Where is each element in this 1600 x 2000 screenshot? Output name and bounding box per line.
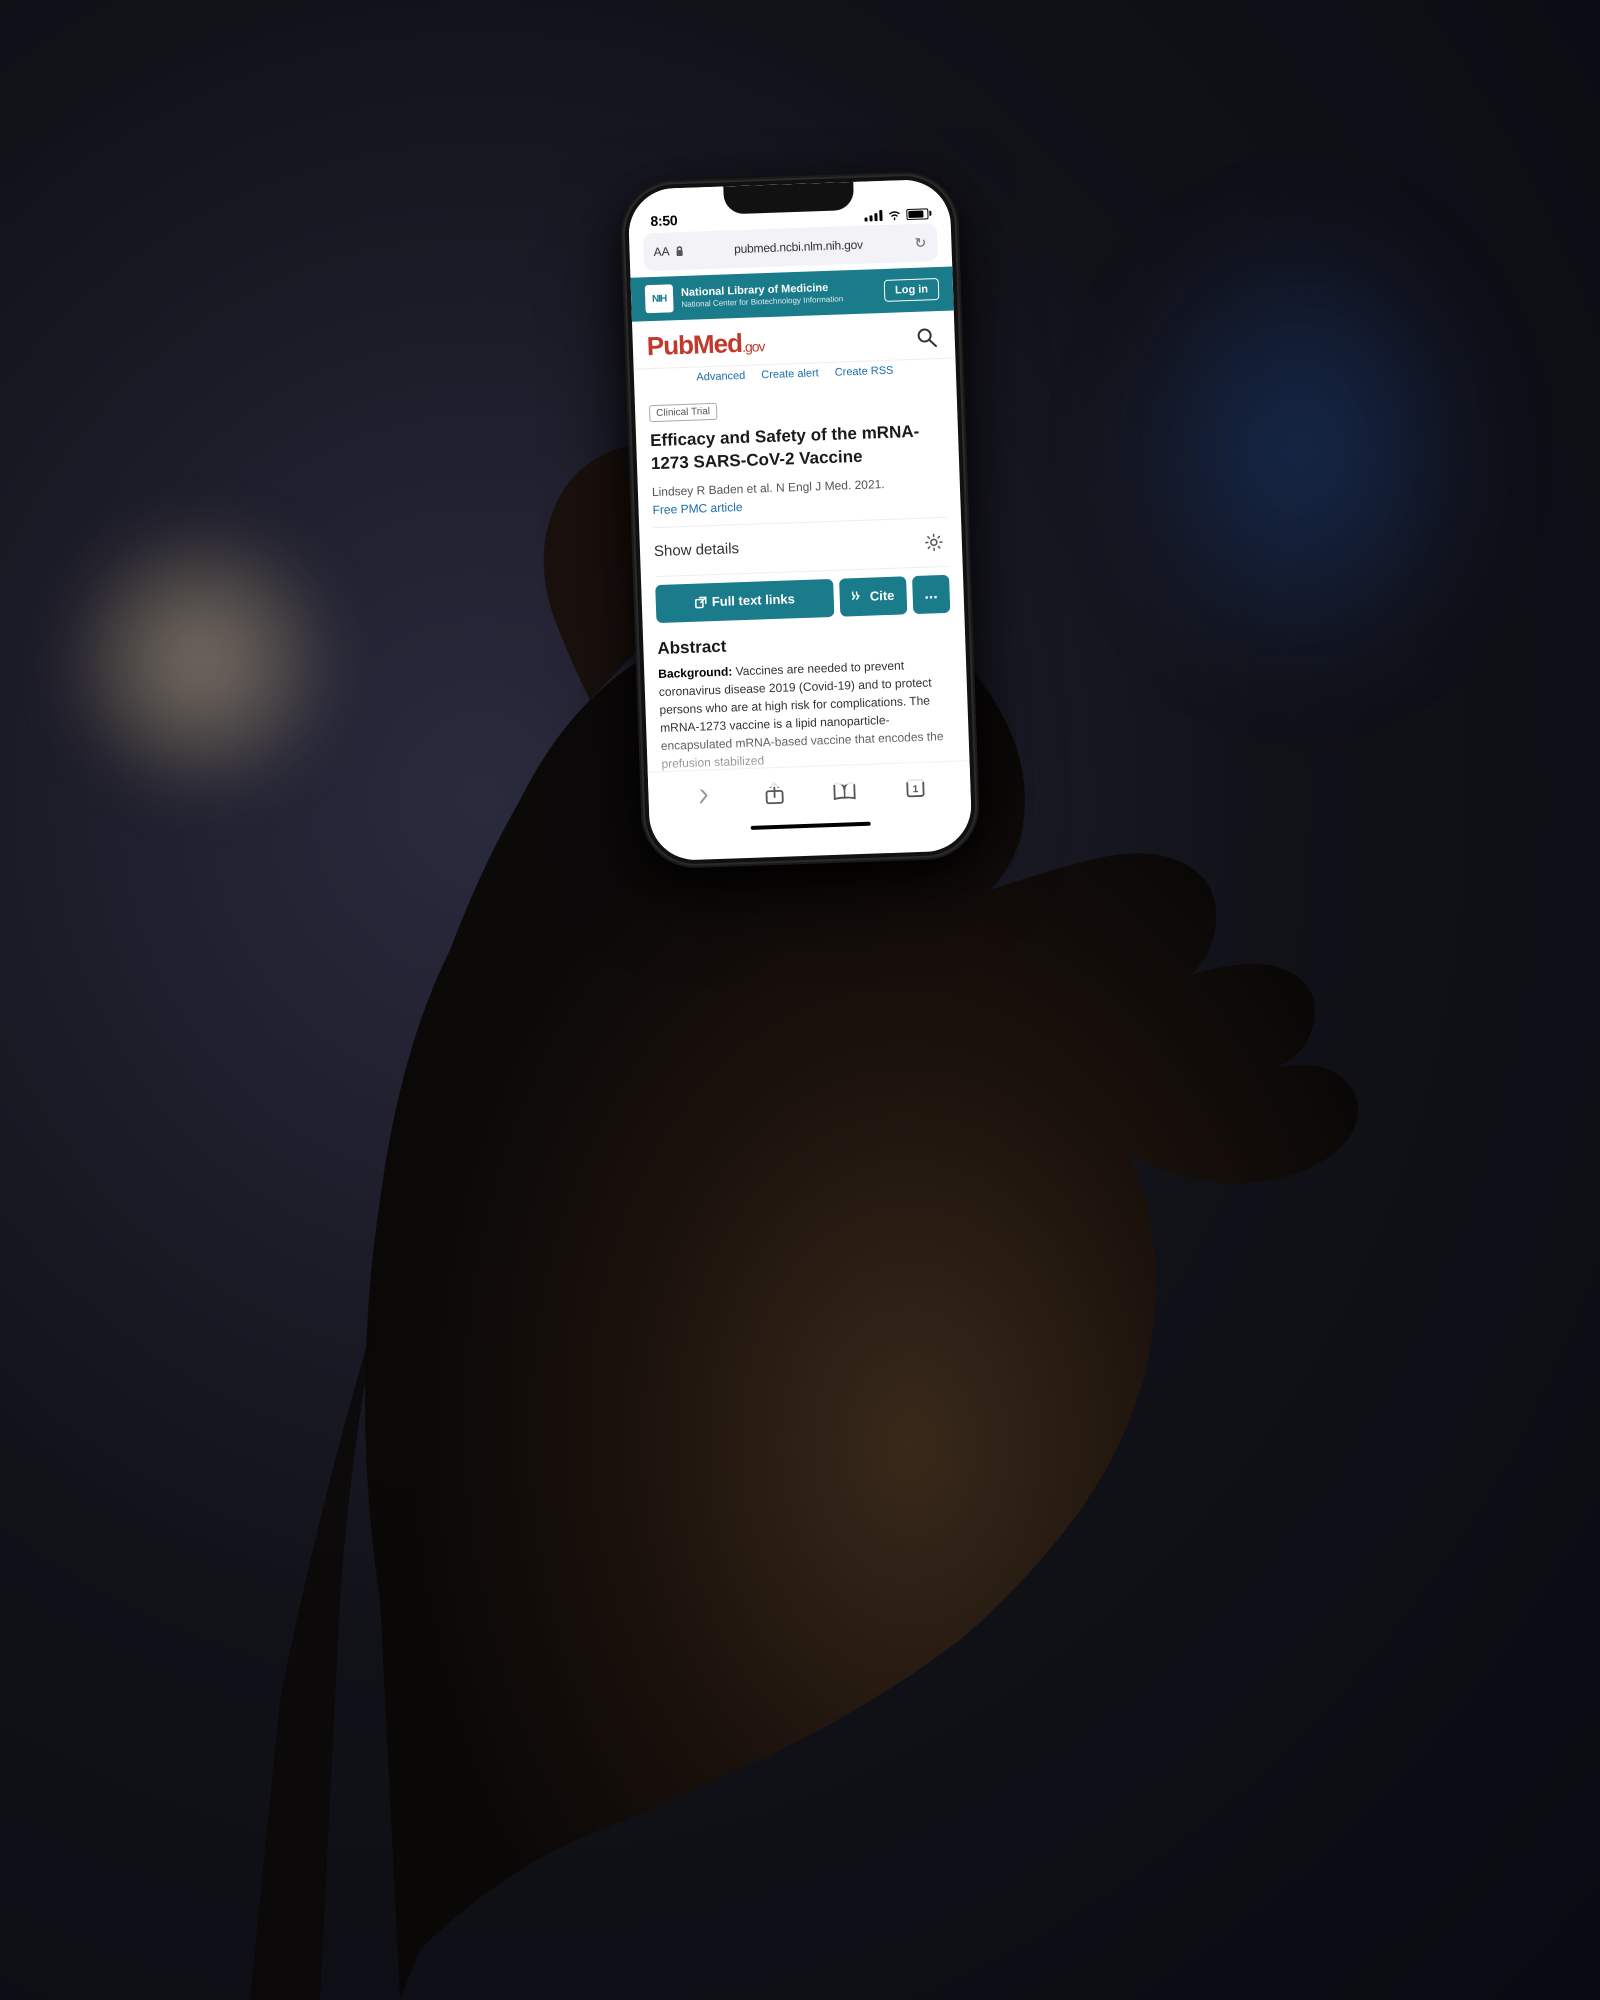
url-text[interactable]: pubmed.ncbi.nlm.nih.gov <box>689 236 907 258</box>
action-buttons: Full text links Cite ... <box>655 575 950 623</box>
nav-advanced[interactable]: Advanced <box>696 370 745 384</box>
share-icon <box>764 780 785 805</box>
url-aa-button[interactable]: AA <box>653 244 669 259</box>
status-time: 8:50 <box>650 212 677 229</box>
tabs-button[interactable]: 1 <box>900 772 931 803</box>
bottom-nav-container: 1 <box>648 760 972 841</box>
share-button[interactable] <box>759 777 790 808</box>
article-title: Efficacy and Safety of the mRNA-1273 SAR… <box>650 420 945 476</box>
gear-button[interactable] <box>919 528 948 557</box>
lock-icon <box>675 246 683 256</box>
book-open-icon <box>832 780 857 801</box>
article-section: Clinical Trial Efficacy and Safety of th… <box>634 382 970 787</box>
nih-branding: NIH National Library of Medicine Nationa… <box>645 278 844 313</box>
bookmarks-button[interactable] <box>829 775 860 806</box>
background-blue-glow <box>1100 200 1500 700</box>
login-button[interactable]: Log in <box>884 278 940 302</box>
abstract-text: Background: Vaccines are needed to preve… <box>658 654 956 772</box>
nih-logo: NIH <box>645 284 674 313</box>
abstract-section: Abstract Background: Vaccines are needed… <box>657 624 956 776</box>
scene: 8:50 <box>0 0 1600 2000</box>
search-button[interactable] <box>912 322 941 351</box>
abstract-bold-label: Background: <box>658 664 732 681</box>
phone-frame: 8:50 <box>623 174 977 865</box>
clinical-trial-badge: Clinical Trial <box>649 403 717 422</box>
pubmed-logo-gov: .gov <box>742 338 765 355</box>
full-text-links-button[interactable]: Full text links <box>655 579 834 623</box>
reload-icon[interactable]: ↻ <box>913 235 927 249</box>
gear-icon <box>925 533 944 552</box>
pubmed-logo-pub: Pub <box>646 330 693 362</box>
more-button[interactable]: ... <box>912 575 951 614</box>
svg-text:1: 1 <box>912 784 918 795</box>
squares-icon: 1 <box>905 777 926 798</box>
nav-create-rss[interactable]: Create RSS <box>835 365 894 379</box>
external-link-icon <box>695 596 707 608</box>
wifi-icon <box>887 209 901 220</box>
show-details-row: Show details <box>653 517 949 577</box>
nih-text-block: National Library of Medicine National Ce… <box>681 281 844 309</box>
chevron-right-icon <box>696 784 711 806</box>
quote-icon <box>852 590 866 602</box>
back-button[interactable] <box>688 780 719 811</box>
abstract-heading: Abstract <box>657 628 952 658</box>
cite-button[interactable]: Cite <box>839 576 907 616</box>
signal-icon <box>864 209 882 222</box>
notch <box>723 182 854 215</box>
nav-create-alert[interactable]: Create alert <box>761 367 819 381</box>
phone: 8:50 <box>623 174 977 865</box>
background-lamp-glow <box>60 520 340 800</box>
pubmed-logo-m: M <box>692 329 714 360</box>
battery-icon <box>906 208 928 220</box>
status-icons <box>864 207 928 221</box>
pubmed-logo: PubMed.gov <box>646 327 765 362</box>
show-details-label[interactable]: Show details <box>654 540 740 560</box>
pubmed-logo-ed: ed <box>713 328 742 359</box>
home-bar <box>751 822 871 830</box>
phone-screen: 8:50 <box>627 179 972 862</box>
search-icon <box>916 327 937 348</box>
